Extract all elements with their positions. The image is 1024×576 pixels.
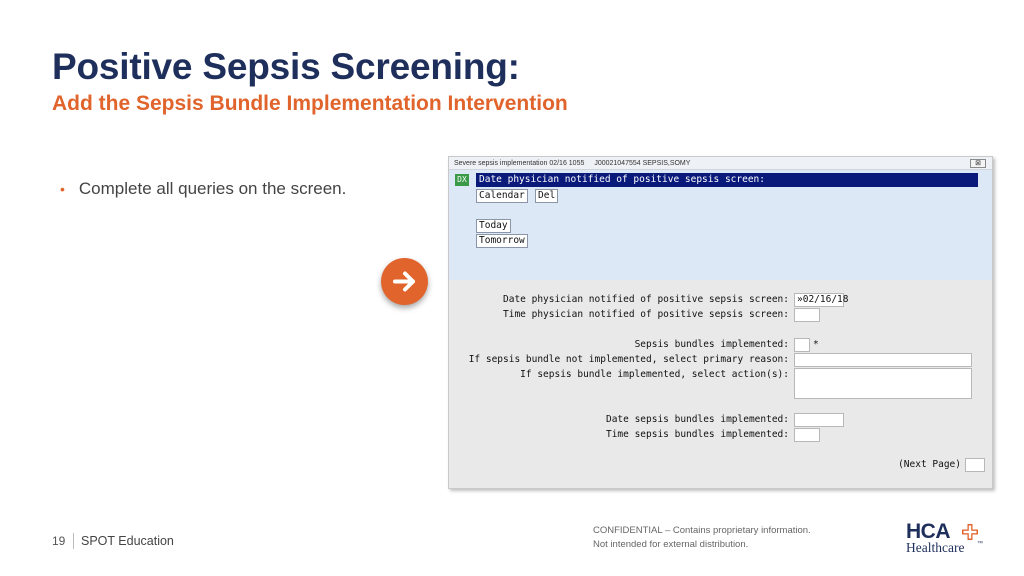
footer-divider xyxy=(73,533,74,549)
next-page-field[interactable] xyxy=(965,458,985,472)
date-notified-label: Date physician notified of positive seps… xyxy=(503,294,789,305)
sepsis-implementation-window: Severe sepsis implementation 02/16 1055 … xyxy=(448,156,993,489)
bullet-marker: • xyxy=(60,181,65,197)
logo-cross-icon xyxy=(962,524,978,540)
tomorrow-button[interactable]: Tomorrow xyxy=(476,234,528,248)
confidential-line-1: CONFIDENTIAL – Contains proprietary info… xyxy=(593,525,811,536)
not-implemented-reason-label: If sepsis bundle not implemented, select… xyxy=(468,354,789,365)
time-bundles-field[interactable] xyxy=(794,428,820,442)
window-titlebar: Severe sepsis implementation 02/16 1055 … xyxy=(449,157,992,170)
window-close-button[interactable]: ⊠ xyxy=(970,159,986,168)
bullet-item: • Complete all queries on the screen. xyxy=(60,179,346,199)
page-number: 19 xyxy=(52,534,66,548)
time-bundles-label: Time sepsis bundles implemented: xyxy=(605,429,789,440)
window-title: Severe sepsis implementation 02/16 1055 xyxy=(454,160,585,167)
prompt-bar: Date physician notified of positive seps… xyxy=(476,173,978,187)
time-notified-label: Time physician notified of positive seps… xyxy=(503,309,789,320)
today-button[interactable]: Today xyxy=(476,219,511,233)
slide-subtitle: Add the Sepsis Bundle Implementation Int… xyxy=(52,92,568,115)
required-marker: * xyxy=(813,339,819,350)
logo-healthcare-text: Healthcare xyxy=(906,540,965,555)
prompt-area: DX Date physician notified of positive s… xyxy=(449,170,992,280)
window-patient-id: J00021047554 SEPSIS,SOMY xyxy=(594,160,691,167)
date-bundles-field[interactable] xyxy=(794,413,844,427)
implemented-actions-label: If sepsis bundle implemented, select act… xyxy=(520,369,789,380)
next-page-label: (Next Page) xyxy=(898,459,961,470)
logo-trademark: ™ xyxy=(977,541,983,547)
time-notified-field[interactable] xyxy=(794,308,820,322)
bundles-implemented-field[interactable] xyxy=(794,338,810,352)
right-arrow-icon xyxy=(381,258,428,305)
bundles-implemented-label: Sepsis bundles implemented: xyxy=(634,339,789,350)
dx-icon: DX xyxy=(455,174,469,186)
delete-button[interactable]: Del xyxy=(535,189,559,203)
implemented-actions-field[interactable] xyxy=(794,368,972,399)
slide-title: Positive Sepsis Screening: xyxy=(52,46,520,87)
not-implemented-reason-field[interactable] xyxy=(794,353,972,367)
bullet-text: Complete all queries on the screen. xyxy=(78,179,347,198)
date-bundles-label: Date sepsis bundles implemented: xyxy=(605,414,789,425)
calendar-button[interactable]: Calendar xyxy=(476,189,528,203)
footer-org: SPOT Education xyxy=(81,534,174,548)
confidential-line-2: Not intended for external distribution. xyxy=(593,539,749,550)
date-notified-field[interactable]: »02/16/18 xyxy=(794,293,848,307)
hca-logo: HCA Healthcare ™ xyxy=(906,520,986,560)
